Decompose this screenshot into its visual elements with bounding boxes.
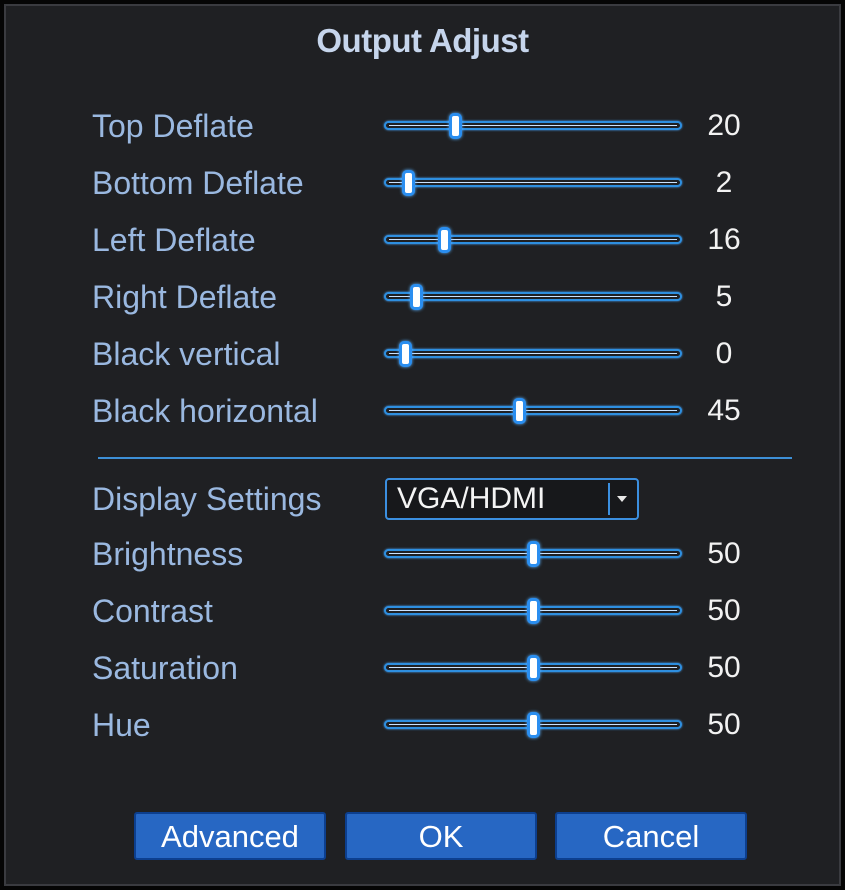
slider-thumb[interactable] bbox=[399, 341, 413, 367]
saturation-label: Saturation bbox=[92, 650, 238, 686]
chevron-down-icon[interactable] bbox=[608, 483, 634, 515]
black-vertical-row: Black vertical 0 bbox=[4, 329, 841, 379]
slider-thumb[interactable] bbox=[527, 655, 540, 681]
cancel-button[interactable]: Cancel bbox=[555, 812, 747, 860]
slider-track bbox=[384, 235, 682, 244]
display-settings-label: Display Settings bbox=[92, 481, 322, 517]
saturation-slider[interactable] bbox=[384, 655, 682, 681]
contrast-label: Contrast bbox=[92, 593, 213, 629]
right-deflate-slider[interactable] bbox=[384, 284, 682, 310]
bottom-deflate-value: 2 bbox=[715, 166, 733, 199]
slider-thumb[interactable] bbox=[527, 712, 540, 738]
left-deflate-value: 16 bbox=[707, 223, 741, 256]
brightness-label: Brightness bbox=[92, 536, 244, 572]
black-horizontal-slider[interactable] bbox=[384, 398, 682, 424]
display-settings-row: Display Settings VGA/HDMI bbox=[4, 474, 841, 524]
hue-value: 50 bbox=[707, 708, 741, 741]
saturation-value: 50 bbox=[707, 651, 741, 684]
brightness-row: Brightness 50 bbox=[4, 529, 841, 579]
slider-thumb[interactable] bbox=[513, 398, 527, 424]
top-deflate-slider[interactable] bbox=[384, 113, 682, 139]
top-deflate-row: Top Deflate 20 bbox=[4, 101, 841, 151]
black-horizontal-value: 45 bbox=[707, 394, 741, 427]
slider-track bbox=[384, 121, 682, 130]
left-deflate-row: Left Deflate 16 bbox=[4, 215, 841, 265]
contrast-slider[interactable] bbox=[384, 598, 682, 624]
section-divider bbox=[98, 457, 792, 459]
black-vertical-slider[interactable] bbox=[384, 341, 682, 367]
bottom-deflate-label: Bottom Deflate bbox=[92, 165, 304, 201]
advanced-button[interactable]: Advanced bbox=[134, 812, 326, 860]
display-settings-select[interactable]: VGA/HDMI bbox=[385, 478, 639, 520]
hue-slider[interactable] bbox=[384, 712, 682, 738]
brightness-slider[interactable] bbox=[384, 541, 682, 567]
slider-track bbox=[384, 292, 682, 301]
slider-track bbox=[384, 178, 682, 187]
right-deflate-row: Right Deflate 5 bbox=[4, 272, 841, 322]
left-deflate-label: Left Deflate bbox=[92, 222, 256, 258]
slider-thumb[interactable] bbox=[401, 170, 415, 196]
hue-label: Hue bbox=[92, 707, 151, 743]
black-horizontal-label: Black horizontal bbox=[92, 393, 318, 429]
left-deflate-slider[interactable] bbox=[384, 227, 682, 253]
ok-button[interactable]: OK bbox=[345, 812, 537, 860]
right-deflate-value: 5 bbox=[715, 280, 733, 313]
slider-thumb[interactable] bbox=[527, 541, 540, 567]
display-settings-value: VGA/HDMI bbox=[397, 482, 546, 515]
black-horizontal-row: Black horizontal 45 bbox=[4, 386, 841, 436]
brightness-value: 50 bbox=[707, 537, 741, 570]
dialog-title: Output Adjust bbox=[316, 22, 529, 59]
contrast-value: 50 bbox=[707, 594, 741, 627]
slider-track bbox=[384, 349, 682, 358]
right-deflate-label: Right Deflate bbox=[92, 279, 277, 315]
slider-thumb[interactable] bbox=[438, 227, 452, 253]
output-adjust-dialog: Output Adjust Top Deflate 20 Bottom Defl… bbox=[0, 0, 845, 890]
slider-thumb[interactable] bbox=[449, 113, 463, 139]
saturation-row: Saturation 50 bbox=[4, 643, 841, 693]
black-vertical-label: Black vertical bbox=[92, 336, 281, 372]
top-deflate-label: Top Deflate bbox=[92, 108, 254, 144]
top-deflate-value: 20 bbox=[707, 109, 741, 142]
contrast-row: Contrast 50 bbox=[4, 586, 841, 636]
hue-row: Hue 50 bbox=[4, 700, 841, 750]
slider-thumb[interactable] bbox=[527, 598, 540, 624]
slider-track bbox=[384, 406, 682, 415]
bottom-deflate-row: Bottom Deflate 2 bbox=[4, 158, 841, 208]
bottom-deflate-slider[interactable] bbox=[384, 170, 682, 196]
black-vertical-value: 0 bbox=[715, 337, 733, 370]
slider-thumb[interactable] bbox=[410, 284, 424, 310]
